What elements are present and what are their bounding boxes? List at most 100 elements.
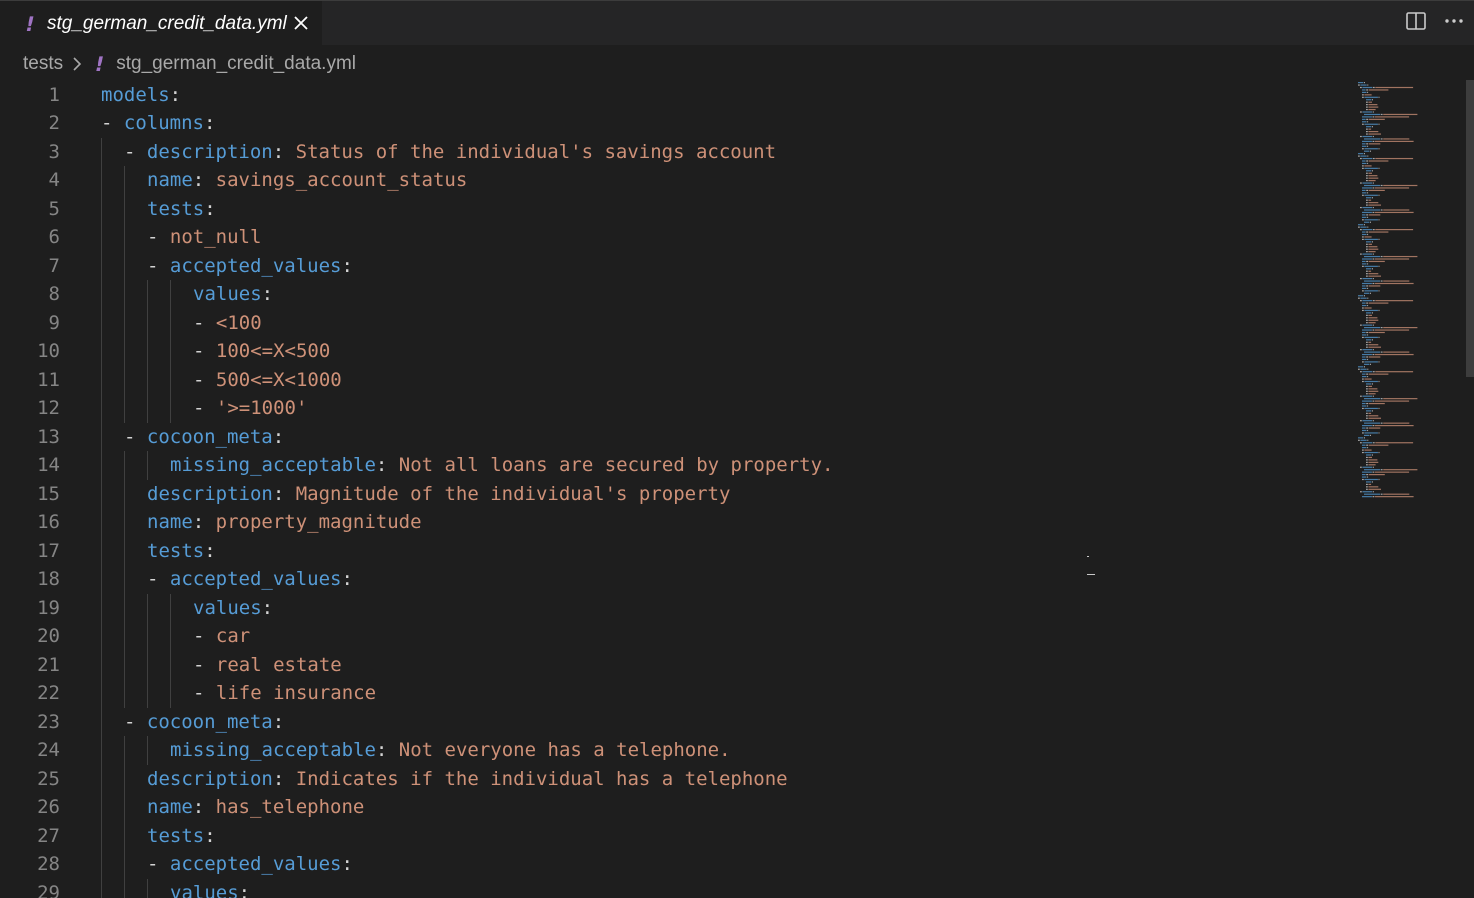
tab-stg-german-credit-data[interactable]: ! stg_german_credit_data.yml — [0, 1, 322, 46]
minimap-line — [1370, 150, 1371, 152]
minimap-line — [1364, 153, 1365, 155]
line-number: 21 — [37, 653, 60, 676]
code-line[interactable]: 21 - real estate — [0, 651, 1350, 680]
minimap-line — [1368, 402, 1385, 405]
minimap-line — [1368, 344, 1379, 346]
minimap-line — [1364, 380, 1378, 383]
yaml-punct: - — [193, 625, 216, 647]
minimap-line — [1362, 471, 1372, 473]
minimap-line — [1358, 437, 1364, 439]
minimap-line — [1370, 434, 1371, 436]
code-line[interactable]: 12 - '>=1000' — [0, 394, 1350, 423]
code-line[interactable]: 13 - cocoon_meta: — [0, 423, 1350, 452]
code-line[interactable]: 19 values: — [0, 594, 1350, 623]
minimap-line — [1362, 496, 1372, 498]
minimap-line — [1383, 469, 1418, 471]
yaml-punct: : — [272, 140, 296, 163]
yaml-key: cocoon_meta — [146, 710, 273, 733]
code-line[interactable]: 1 models: — [0, 81, 1350, 110]
minimap-line — [1360, 300, 1362, 302]
code-line[interactable]: 15 description: Magnitude of the individu… — [0, 480, 1350, 509]
minimap-line — [1366, 319, 1368, 321]
code-line[interactable]: 29 values: — [0, 879, 1350, 898]
code-line[interactable]: 25 description: Indicates if the individu… — [0, 765, 1350, 794]
minimap-line — [1378, 451, 1380, 454]
code-line[interactable]: 14 missing_acceptable: Not all loans are … — [0, 451, 1350, 480]
yaml-punct: - — [193, 311, 216, 334]
minimap-line — [1362, 444, 1366, 446]
minimap-line — [1375, 86, 1414, 89]
close-icon[interactable] — [290, 12, 312, 34]
minimap-line — [1378, 194, 1380, 196]
more-actions-icon[interactable] — [1442, 9, 1466, 33]
minimap-line — [1364, 292, 1370, 294]
code-line[interactable]: 4 name: savings_account_status — [0, 166, 1350, 195]
minimap-line — [1362, 219, 1364, 221]
minimap-line — [1383, 280, 1410, 282]
yaml-punct: : — [169, 83, 182, 106]
code-line[interactable]: 11 - 500<=X<1000 — [0, 366, 1350, 395]
code-editor[interactable]: 1 models: 2 - columns: 3 - description: Statu… — [0, 80, 1350, 898]
minimap-line — [1368, 143, 1381, 145]
vertical-scrollbar[interactable] — [1466, 80, 1474, 377]
code-line[interactable]: 18 - accepted_values: — [0, 565, 1350, 594]
minimap-line — [1372, 268, 1373, 270]
minimap[interactable] — [1354, 80, 1466, 500]
code-line[interactable]: 5 tests: — [0, 195, 1350, 224]
breadcrumb-file[interactable]: stg_german_credit_data.yml — [116, 53, 356, 75]
indent-guide — [147, 878, 148, 898]
minimap-line — [1366, 175, 1368, 177]
code-line[interactable]: 23 - cocoon_meta: — [0, 708, 1350, 737]
minimap-line — [1380, 138, 1383, 140]
minimap-line — [1383, 184, 1418, 187]
minimap-line — [1368, 390, 1379, 392]
minimap-line — [1368, 285, 1381, 287]
code-line[interactable]: 3 - description: Status of the individual… — [0, 138, 1350, 167]
code-line[interactable]: 2 - columns: — [0, 109, 1350, 138]
minimap-line — [1372, 241, 1373, 243]
minimap-line — [1368, 172, 1372, 174]
minimap-line — [1374, 471, 1410, 473]
code-line[interactable]: 28 - accepted_values: — [0, 850, 1350, 879]
minimap-line — [1366, 383, 1372, 385]
tab-bar: ! stg_german_credit_data.yml — [0, 0, 1474, 46]
minimap-line — [1362, 194, 1364, 196]
code-line[interactable]: 20 - car — [0, 622, 1350, 651]
minimap-line — [1372, 349, 1374, 351]
minimap-line — [1378, 309, 1380, 312]
minimap-line — [1367, 263, 1369, 265]
breadcrumb-folder[interactable]: tests — [23, 53, 63, 75]
code-line[interactable]: 6 - not_null — [0, 223, 1350, 252]
minimap-line — [1367, 376, 1369, 378]
minimap-line — [1378, 238, 1380, 240]
minimap-line — [1366, 412, 1368, 414]
minimap-line — [1374, 258, 1410, 260]
yaml-value: 500<=X<1000 — [215, 368, 342, 391]
minimap-line — [1374, 425, 1414, 427]
yaml-value: '>=1000' — [215, 397, 308, 419]
code-line[interactable]: 17 tests: — [0, 537, 1350, 566]
code-line[interactable]: 16 name: property_magnitude — [0, 508, 1350, 537]
minimap-line — [1366, 243, 1368, 245]
code-line[interactable]: 22 - life insurance — [0, 679, 1350, 708]
minimap-line — [1368, 133, 1381, 135]
yaml-value: Not everyone has a telephone. — [398, 739, 731, 761]
code-line[interactable]: 27 tests: — [0, 822, 1350, 851]
minimap-line — [1370, 221, 1371, 223]
minimap-line — [1362, 96, 1364, 98]
minimap-line — [1362, 121, 1367, 123]
code-line[interactable]: 10 - 100<=X<500 — [0, 337, 1350, 366]
code-line[interactable]: 9 - <100 — [0, 309, 1350, 338]
minimap-line — [1364, 309, 1378, 312]
minimap-line — [1372, 278, 1374, 280]
minimap-line — [1362, 192, 1367, 194]
code-line[interactable]: 24 missing_acceptable: Not everyone has a… — [0, 736, 1350, 765]
minimap-line — [1362, 407, 1364, 410]
split-editor-icon[interactable] — [1404, 9, 1428, 33]
minimap-line — [1366, 417, 1368, 419]
code-line[interactable]: 26 name: has_telephone — [0, 793, 1350, 822]
minimap-line — [1368, 341, 1372, 343]
tab-label: stg_german_credit_data.yml — [47, 12, 287, 34]
code-line[interactable]: 7 - accepted_values: — [0, 252, 1350, 281]
code-line[interactable]: 8 values: — [0, 280, 1350, 309]
